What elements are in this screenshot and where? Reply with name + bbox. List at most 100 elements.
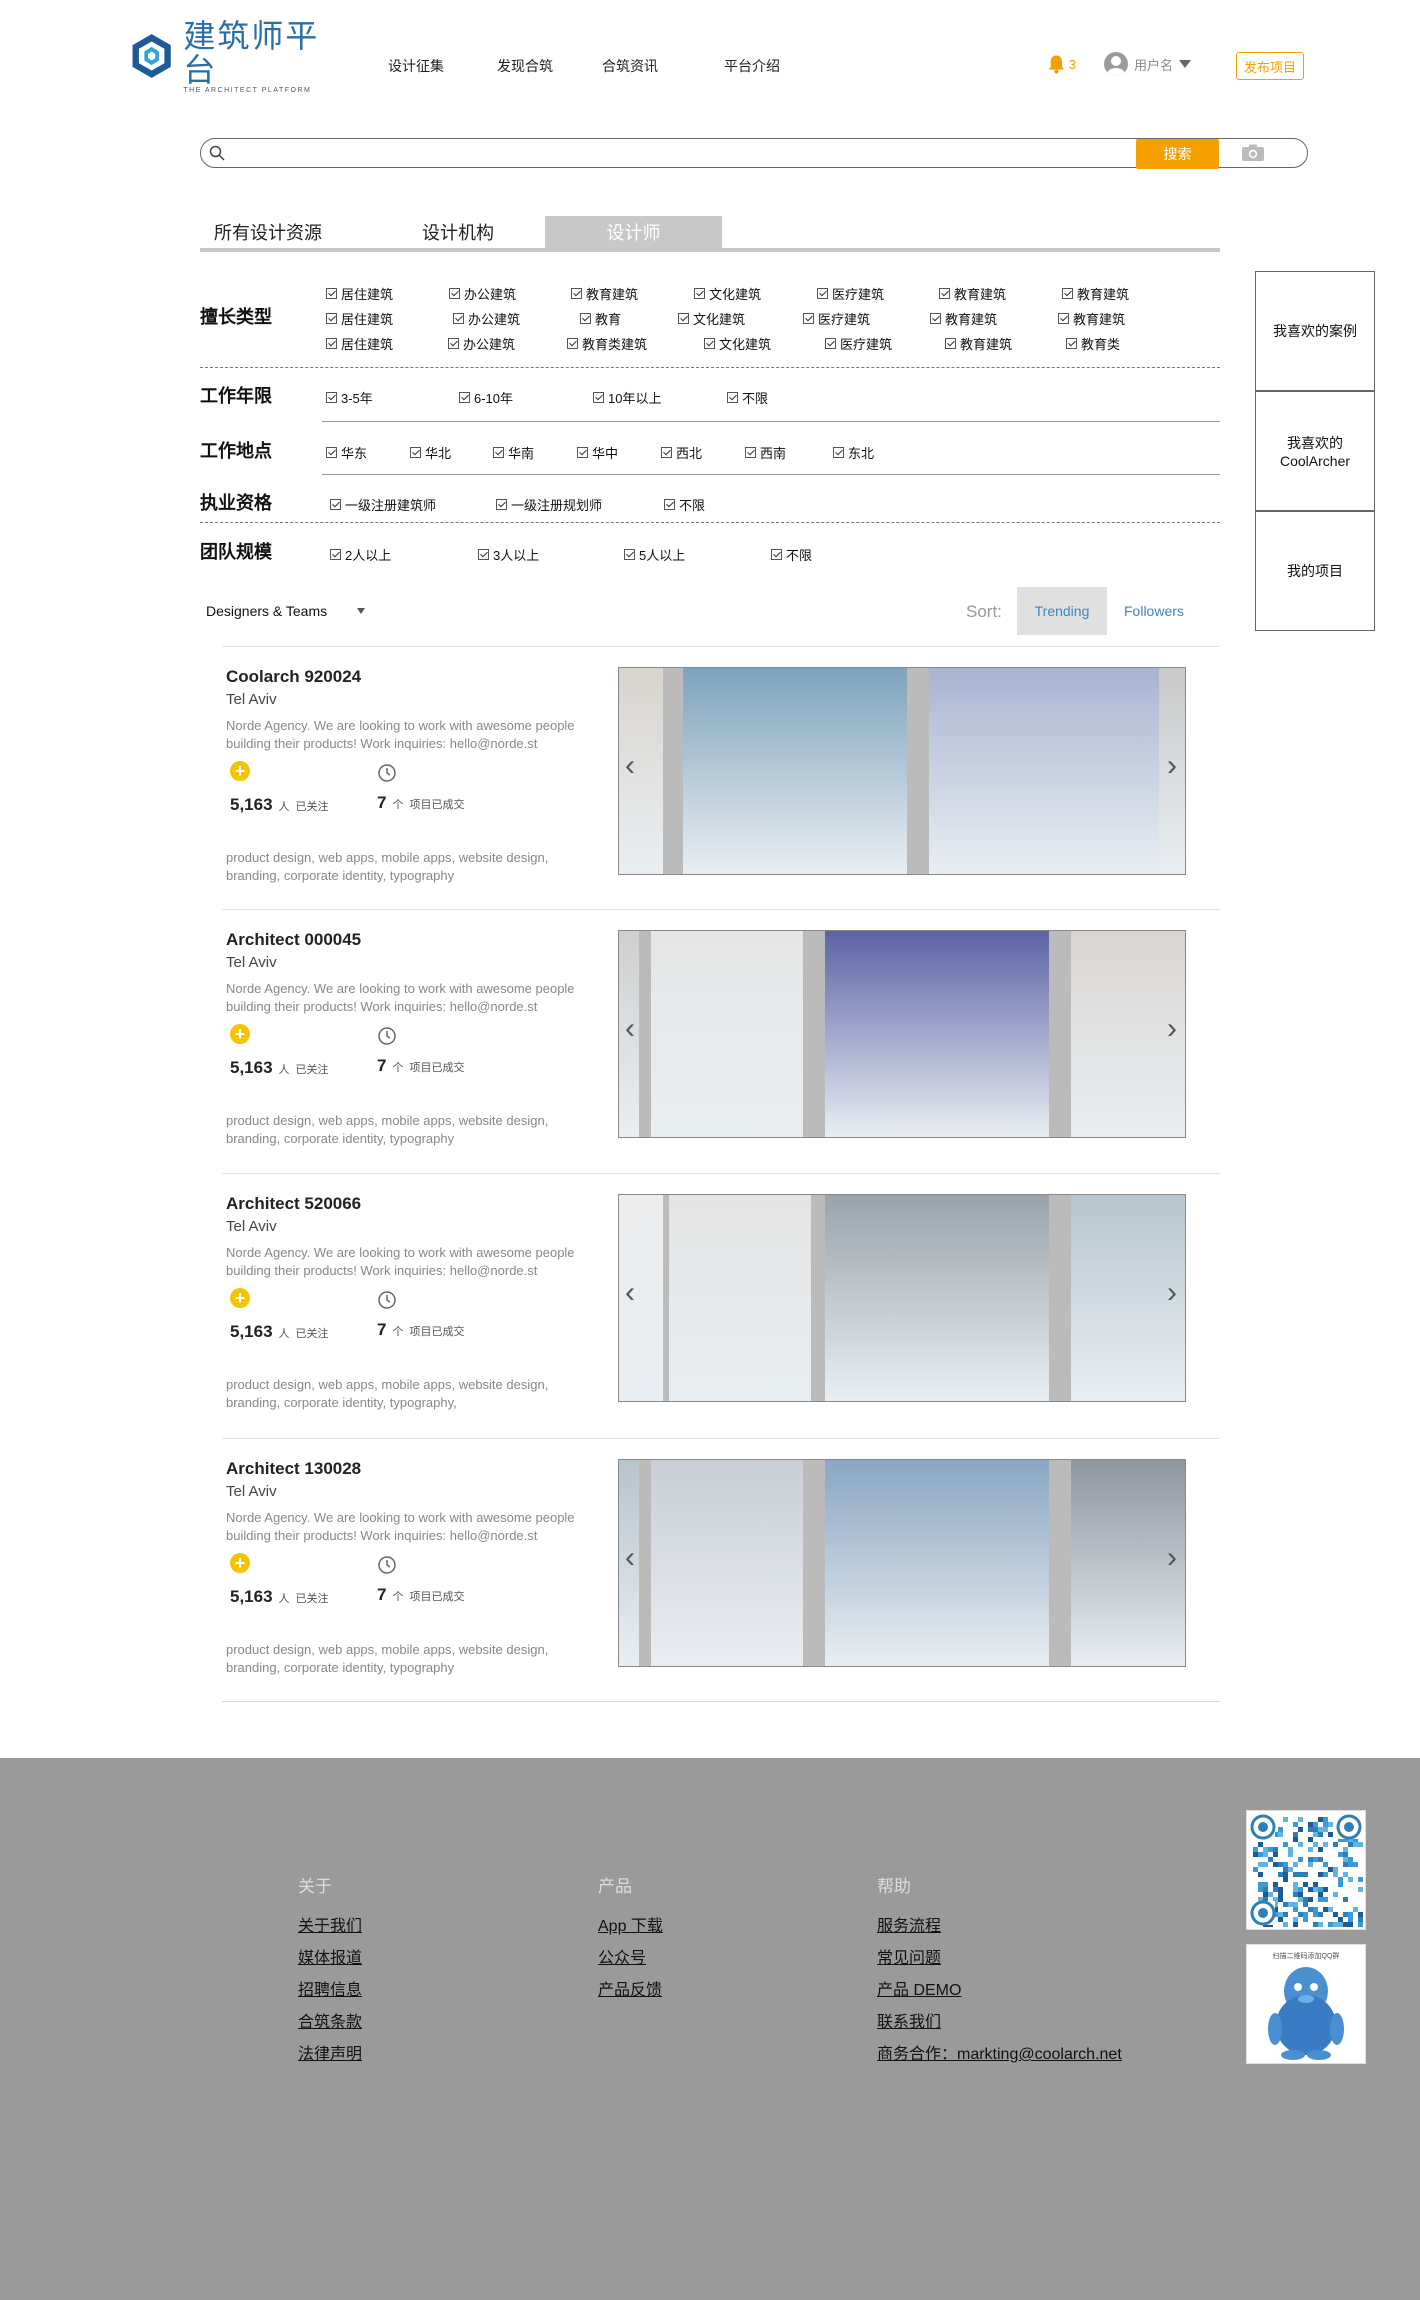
nav-news[interactable]: 合筑资讯	[602, 56, 658, 76]
follow-plus-icon[interactable]: +	[230, 761, 250, 781]
footer-link[interactable]: 产品反馈	[598, 1976, 662, 2000]
chevron-right-icon[interactable]: ›	[1167, 1543, 1181, 1573]
filter-option-specialty[interactable]: 文化建筑	[704, 334, 771, 353]
filter-option-location[interactable]: 华南	[493, 443, 534, 462]
chevron-left-icon[interactable]: ‹	[625, 1014, 639, 1044]
filter-option-specialty[interactable]: 医疗建筑	[817, 284, 884, 303]
filter-option-years[interactable]: 10年以上	[593, 388, 661, 407]
filter-option-location[interactable]: 华中	[577, 443, 618, 462]
filter-option-specialty[interactable]: 教育类建筑	[567, 334, 647, 353]
gallery-image[interactable]	[929, 668, 1159, 874]
gallery-image[interactable]	[825, 1460, 1049, 1666]
filter-option-location[interactable]: 西北	[661, 443, 702, 462]
filter-option-specialty[interactable]: 教育建筑	[1062, 284, 1129, 303]
project-gallery[interactable]: ‹ ›	[618, 930, 1186, 1138]
filter-option-specialty[interactable]: 文化建筑	[694, 284, 761, 303]
chevron-right-icon[interactable]: ›	[1167, 1278, 1181, 1308]
filter-option-team[interactable]: 5人以上	[624, 545, 685, 564]
filter-option-qualification[interactable]: 一级注册规划师	[496, 495, 602, 514]
filter-option-specialty[interactable]: 居住建筑	[326, 334, 393, 353]
designer-name[interactable]: Architect 130028	[226, 1459, 361, 1479]
nav-design-collection[interactable]: 设计征集	[388, 56, 444, 76]
footer-link[interactable]: 招聘信息	[298, 1976, 362, 2000]
filter-option-location[interactable]: 华北	[410, 443, 451, 462]
filter-option-specialty[interactable]: 教育类	[1066, 334, 1120, 353]
footer-link[interactable]: 关于我们	[298, 1912, 362, 1936]
tab-all-resources[interactable]: 所有设计资源	[214, 216, 322, 248]
tab-design-firms[interactable]: 设计机构	[422, 216, 494, 248]
filter-option-specialty[interactable]: 居住建筑	[326, 284, 393, 303]
follow-plus-icon[interactable]: +	[230, 1553, 250, 1573]
chevron-left-icon[interactable]: ‹	[625, 751, 639, 781]
gallery-image[interactable]	[651, 931, 803, 1137]
user-menu[interactable]: 用户名	[1104, 52, 1192, 76]
sort-trending-button[interactable]: Trending	[1017, 587, 1107, 635]
filter-option-specialty[interactable]: 教育建筑	[1058, 309, 1125, 328]
filter-option-team[interactable]: 不限	[771, 545, 812, 564]
project-gallery[interactable]: ‹ ›	[618, 1194, 1186, 1402]
footer-link[interactable]: 公众号	[598, 1944, 646, 1968]
notifications[interactable]: 3	[1046, 52, 1076, 76]
camera-icon[interactable]	[1241, 144, 1265, 162]
filter-option-team[interactable]: 2人以上	[330, 545, 391, 564]
filter-option-specialty[interactable]: 医疗建筑	[803, 309, 870, 328]
footer-link[interactable]: 媒体报道	[298, 1944, 362, 1968]
nav-about-platform[interactable]: 平台介绍	[724, 56, 780, 76]
filter-option-specialty[interactable]: 办公建筑	[453, 309, 520, 328]
filter-option-years[interactable]: 不限	[727, 388, 768, 407]
chevron-right-icon[interactable]: ›	[1167, 751, 1181, 781]
chevron-left-icon[interactable]: ‹	[625, 1278, 639, 1308]
scope-select[interactable]: Designers & Teams	[206, 603, 366, 619]
chevron-left-icon[interactable]: ‹	[625, 1543, 639, 1573]
footer-link[interactable]: 产品 DEMO	[877, 1976, 961, 2000]
side-liked-cases[interactable]: 我喜欢的案例	[1255, 271, 1375, 391]
footer-link[interactable]: 服务流程	[877, 1912, 941, 1936]
filter-option-location[interactable]: 华东	[326, 443, 367, 462]
filter-option-location[interactable]: 西南	[745, 443, 786, 462]
tab-designers[interactable]: 设计师	[545, 216, 722, 248]
gallery-image[interactable]	[825, 1195, 1049, 1401]
filter-option-location[interactable]: 东北	[833, 443, 874, 462]
designer-name[interactable]: Architect 520066	[226, 1194, 361, 1214]
project-gallery[interactable]: ‹ ›	[618, 667, 1186, 875]
filter-option-specialty[interactable]: 教育	[580, 309, 621, 328]
site-logo[interactable]: 建筑师平台 THE ARCHITECT PLATFORM	[128, 19, 338, 94]
gallery-image[interactable]	[825, 931, 1049, 1137]
filter-option-specialty[interactable]: 教育建筑	[930, 309, 997, 328]
side-liked-coolarcher[interactable]: 我喜欢的 CoolArcher	[1255, 391, 1375, 511]
follow-plus-icon[interactable]: +	[230, 1024, 250, 1044]
search-button[interactable]: 搜索	[1136, 139, 1219, 169]
filter-option-years[interactable]: 6-10年	[459, 388, 513, 407]
filter-option-specialty[interactable]: 文化建筑	[678, 309, 745, 328]
filter-option-qualification[interactable]: 一级注册建筑师	[330, 495, 436, 514]
filter-option-specialty[interactable]: 医疗建筑	[825, 334, 892, 353]
footer-link[interactable]: App 下载	[598, 1912, 663, 1936]
filter-option-qualification[interactable]: 不限	[664, 495, 705, 514]
filter-option-specialty[interactable]: 办公建筑	[449, 284, 516, 303]
nav-discover[interactable]: 发现合筑	[497, 56, 553, 76]
filter-option-specialty[interactable]: 教育建筑	[939, 284, 1006, 303]
footer-link[interactable]: 商务合作：markting@coolarch.net	[877, 2040, 1122, 2064]
designer-name[interactable]: Coolarch 920024	[226, 667, 361, 687]
footer-link[interactable]: 法律声明	[298, 2040, 362, 2064]
gallery-image[interactable]	[651, 1460, 803, 1666]
filter-option-specialty[interactable]: 居住建筑	[326, 309, 393, 328]
project-gallery[interactable]: ‹ ›	[618, 1459, 1186, 1667]
gallery-image[interactable]	[683, 668, 907, 874]
side-my-projects[interactable]: 我的项目	[1255, 511, 1375, 631]
filter-option-years[interactable]: 3-5年	[326, 388, 373, 407]
footer-link[interactable]: 合筑条款	[298, 2008, 362, 2032]
footer-link[interactable]: 常见问题	[877, 1944, 941, 1968]
follow-plus-icon[interactable]: +	[230, 1288, 250, 1308]
filter-option-specialty[interactable]: 办公建筑	[448, 334, 515, 353]
search-input[interactable]	[231, 143, 1235, 165]
footer-link[interactable]: 联系我们	[877, 2008, 941, 2032]
sort-followers-button[interactable]: Followers	[1124, 603, 1184, 619]
chevron-right-icon[interactable]: ›	[1167, 1014, 1181, 1044]
filter-option-specialty[interactable]: 教育建筑	[571, 284, 638, 303]
publish-project-button[interactable]: 发布项目	[1236, 52, 1304, 80]
filter-option-team[interactable]: 3人以上	[478, 545, 539, 564]
designer-name[interactable]: Architect 000045	[226, 930, 361, 950]
filter-option-specialty[interactable]: 教育建筑	[945, 334, 1012, 353]
gallery-image[interactable]	[669, 1195, 811, 1401]
